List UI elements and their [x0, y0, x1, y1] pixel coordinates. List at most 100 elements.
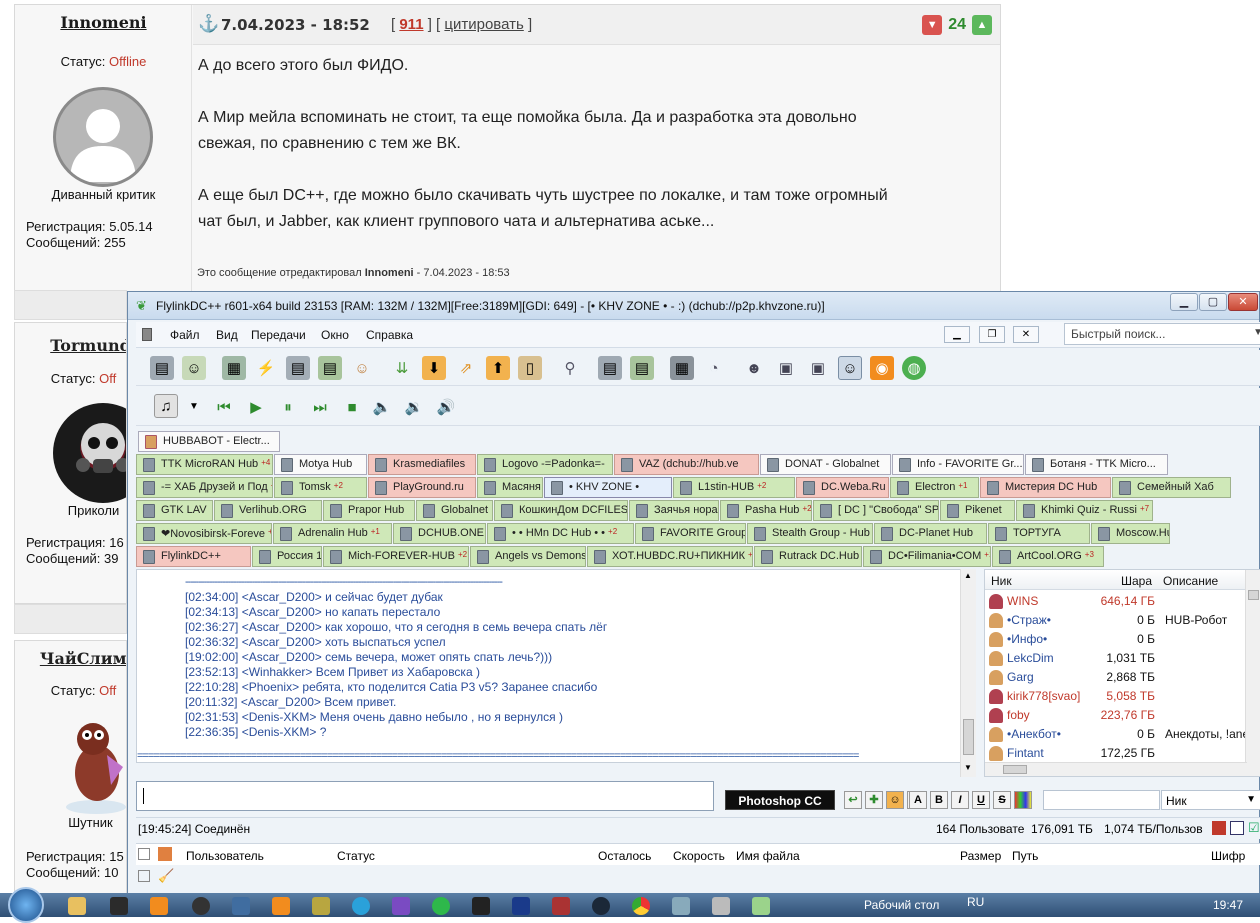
hub-tab[interactable]: Khimki Quiz - Russi+7: [1016, 500, 1153, 521]
app-icon[interactable]: [712, 897, 730, 915]
hub-tab[interactable]: Mich-FOREVER-HUB+2: [323, 546, 469, 567]
hub-tab[interactable]: Заячья нора+1: [629, 500, 719, 521]
hub-tab[interactable]: Prapor Hub: [323, 500, 415, 521]
user-row[interactable]: •Анекбот•0 БАнекдоты, !ane: [985, 725, 1247, 744]
chrome-icon[interactable]: [632, 897, 650, 915]
hub-tab[interactable]: -= ХАБ Друзей и Под+1: [136, 477, 273, 498]
box-icon[interactable]: [158, 847, 172, 861]
hub-tab[interactable]: ХОТ.HUBDC.RU+ПИКНИК+2: [587, 546, 753, 567]
user-list-hscrollbar[interactable]: [985, 762, 1247, 776]
app-icon[interactable]: [110, 897, 128, 915]
message-input[interactable]: [136, 781, 714, 811]
user-row[interactable]: •Страж•0 БHUB-Робот: [985, 611, 1247, 630]
minimize-button[interactable]: ▁: [1170, 293, 1198, 311]
nick-filter-input[interactable]: [1043, 790, 1160, 810]
hub-tab[interactable]: Moscow.Hub+3: [1091, 523, 1170, 544]
user-list[interactable]: Ник Шара Описание WINS646,14 ГБ•Страж•0 …: [984, 569, 1260, 777]
layout-icon[interactable]: [1230, 821, 1244, 835]
monitor-icon[interactable]: [1212, 821, 1226, 835]
previous-icon[interactable]: ⏮: [212, 395, 236, 419]
whatsapp-icon[interactable]: [432, 897, 450, 915]
clock[interactable]: 19:47: [1213, 898, 1243, 912]
column-share[interactable]: Шара: [1121, 574, 1152, 588]
hub-tab[interactable]: DC.Weba.Ru: [796, 477, 889, 498]
hub-tab[interactable]: Info - FAVORITE Gr...: [892, 454, 1024, 475]
column-desc[interactable]: Описание: [1163, 574, 1218, 588]
app-icon[interactable]: [232, 897, 250, 915]
quote-link[interactable]: цитировать: [444, 16, 523, 33]
column-cipher[interactable]: Шифр: [1211, 849, 1245, 863]
settings-icon[interactable]: ☺: [838, 356, 862, 380]
hub-tab[interactable]: Angels vs Demons+8: [470, 546, 586, 567]
checkbox-icon[interactable]: [138, 870, 150, 882]
maximize-button[interactable]: ▢: [1199, 293, 1227, 311]
send-icon[interactable]: ↩: [844, 791, 862, 809]
checkbox-icon[interactable]: [138, 848, 150, 860]
menu-file[interactable]: Файл: [170, 328, 200, 342]
hub-tab[interactable]: Tomsk+2: [274, 477, 367, 498]
flylink-taskbar-icon[interactable]: [752, 897, 770, 915]
thumbs-down-icon[interactable]: ▼: [922, 15, 942, 35]
stop-icon[interactable]: ■: [340, 395, 364, 419]
column-filename[interactable]: Имя файла: [736, 849, 800, 863]
menu-window[interactable]: Окно: [321, 328, 349, 342]
download-queue-icon[interactable]: ⇊: [390, 356, 414, 380]
hub-tab[interactable]: Россия 1+3: [252, 546, 322, 567]
volume-up-icon[interactable]: 🔊: [434, 395, 458, 419]
filter-column-select[interactable]: Ник ▼: [1161, 790, 1260, 810]
public-hubs-icon[interactable]: ▤: [150, 356, 174, 380]
hub-tab[interactable]: PlayGround.ru: [368, 477, 476, 498]
cdm-icon[interactable]: ▣: [774, 356, 798, 380]
hub-tab[interactable]: Krasmediafiles: [368, 454, 476, 475]
scroll-thumb[interactable]: [1003, 765, 1027, 774]
reconnect-icon[interactable]: ☺: [182, 356, 206, 380]
bold-icon[interactable]: B: [930, 791, 948, 809]
menu-transfers[interactable]: Передачи: [251, 328, 306, 342]
column-status[interactable]: Статус: [337, 849, 375, 863]
play-icon[interactable]: ▶: [244, 395, 268, 419]
search-icon[interactable]: ⚲: [558, 356, 582, 380]
close-button[interactable]: ✕: [1228, 293, 1258, 311]
scroll-thumb[interactable]: [963, 719, 974, 755]
globe-icon[interactable]: ◍: [902, 356, 926, 380]
adl-search-icon[interactable]: ▤: [598, 356, 622, 380]
column-user[interactable]: Пользователь: [186, 849, 264, 863]
hub-tab[interactable]: Stealth Group - Hub+2: [747, 523, 873, 544]
checkbox-icon[interactable]: ☑: [1248, 820, 1260, 836]
user-row[interactable]: WINS646,14 ГБ: [985, 592, 1247, 611]
chevron-down-icon[interactable]: ▼: [1246, 794, 1256, 805]
telegram-icon[interactable]: [352, 897, 370, 915]
color-icon[interactable]: [1014, 791, 1032, 809]
font-size-icon[interactable]: A: [909, 791, 927, 809]
next-icon[interactable]: ⏭: [308, 395, 332, 419]
hub-tab[interactable]: Motya Hub: [274, 454, 367, 475]
desktop-label[interactable]: Рабочий стол: [864, 898, 939, 912]
post-author-link[interactable]: ЧайСлимо: [14, 649, 127, 668]
hub-tab[interactable]: Семейный Хаб: [1112, 477, 1231, 498]
hub-tab[interactable]: Logovo -=Padonka=-: [477, 454, 613, 475]
hub-tab[interactable]: Verlihub.ORG: [214, 500, 322, 521]
mdi-minimize-button[interactable]: ▁: [944, 326, 970, 343]
menu-view[interactable]: Вид: [216, 328, 238, 342]
hub-tab[interactable]: Ботаня - TTK Micro...: [1025, 454, 1168, 475]
search-spy-icon[interactable]: ▤: [630, 356, 654, 380]
pause-icon[interactable]: ⏸: [276, 395, 300, 419]
anchor-icon[interactable]: ⚓: [198, 14, 219, 34]
hub-tab[interactable]: • KHV ZONE •: [544, 477, 672, 498]
language-indicator[interactable]: RU: [967, 895, 984, 909]
column-size[interactable]: Размер: [960, 849, 1001, 863]
window-titlebar[interactable]: ❦ FlylinkDC++ r601-x64 build 23153 [RAM:…: [128, 292, 1259, 320]
app-icon[interactable]: [472, 897, 490, 915]
explorer-icon[interactable]: [68, 897, 86, 915]
hub-tab[interactable]: Globalnet: [416, 500, 493, 521]
media-dropdown-icon[interactable]: ▼: [182, 394, 206, 418]
hub-tab[interactable]: • • HMn DC Hub • •+2: [487, 523, 634, 544]
post-number-link[interactable]: 911: [399, 16, 423, 33]
app-icon[interactable]: [192, 897, 210, 915]
strike-icon[interactable]: S: [993, 791, 1011, 809]
scroll-down-icon[interactable]: ▼: [964, 763, 972, 772]
users-icon[interactable]: ☺: [350, 356, 374, 380]
italic-icon[interactable]: I: [951, 791, 969, 809]
hub-tab[interactable]: Pikenet: [940, 500, 1015, 521]
app-icon[interactable]: [672, 897, 690, 915]
